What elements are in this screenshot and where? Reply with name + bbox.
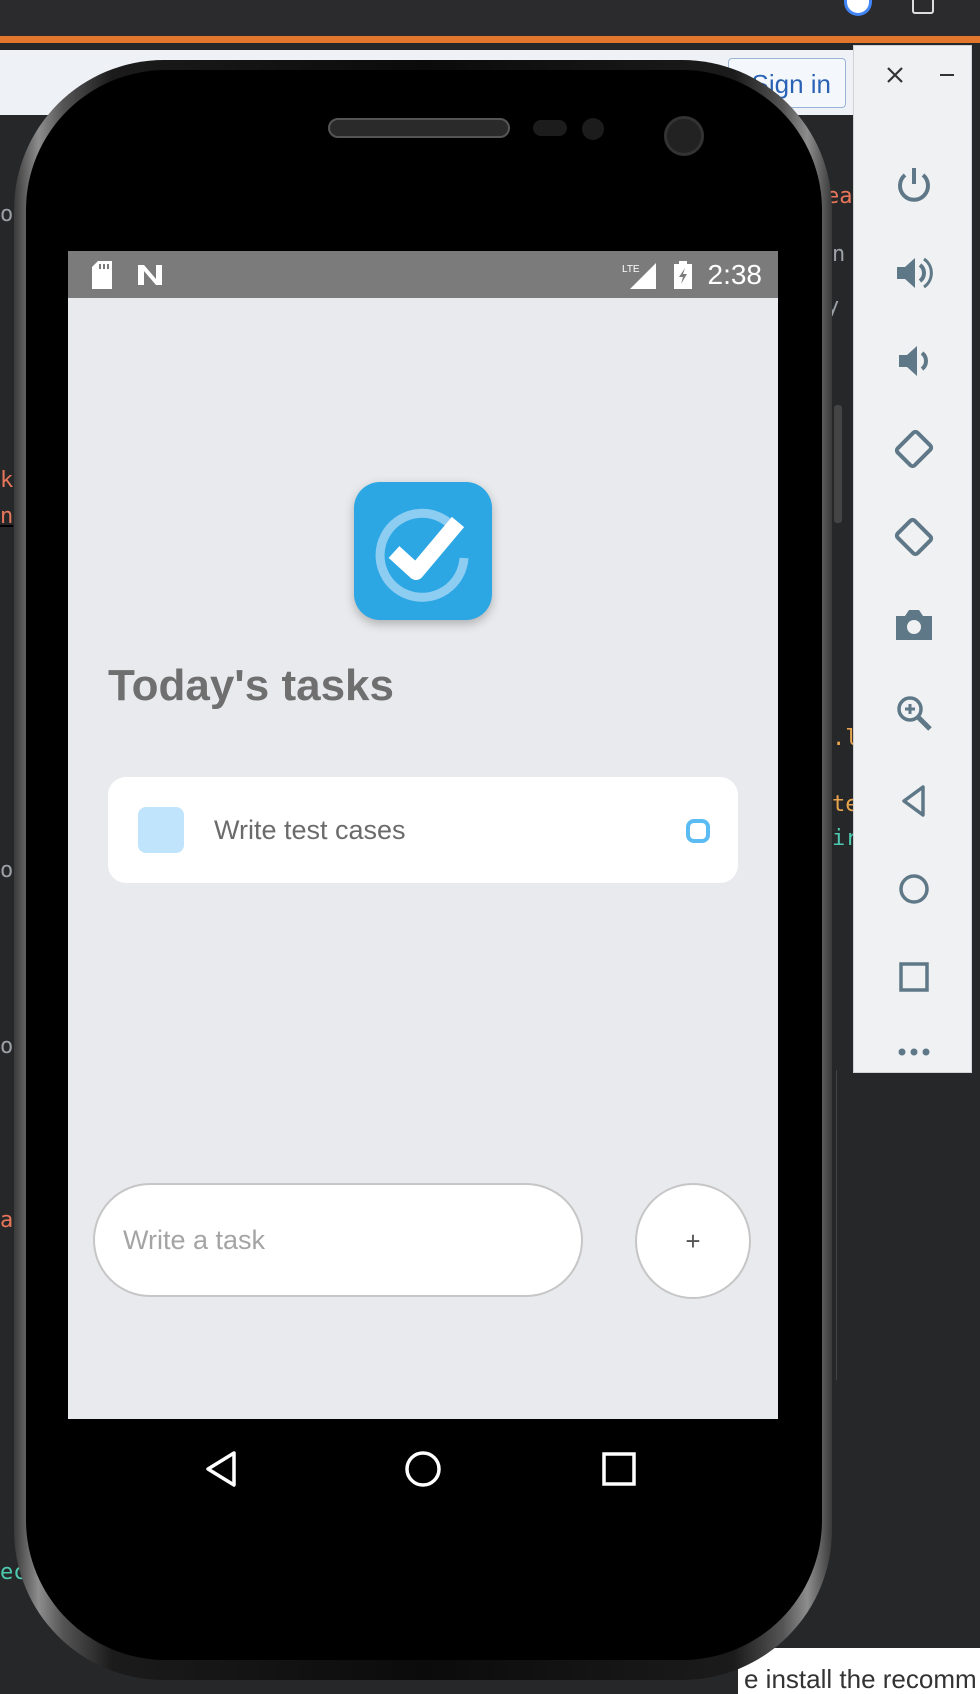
code-fragment: n xyxy=(832,242,846,267)
task-item[interactable]: Write test cases xyxy=(108,777,738,883)
nav-back-icon[interactable] xyxy=(192,1439,252,1499)
phone-speaker xyxy=(328,118,510,138)
status-bar: LTE 2:38 xyxy=(68,251,778,298)
share-icon[interactable] xyxy=(912,0,934,14)
close-icon[interactable] xyxy=(880,60,910,90)
editor-panel-divider xyxy=(836,1070,980,1380)
battery-charging-icon xyxy=(674,261,692,289)
rotate-left-icon[interactable] xyxy=(854,414,973,484)
back-icon[interactable] xyxy=(854,766,973,836)
sd-card-icon xyxy=(92,261,112,289)
code-fragment: n xyxy=(0,504,14,529)
task-square-icon xyxy=(138,807,184,853)
phone-sensor xyxy=(582,118,604,140)
status-time: 2:38 xyxy=(707,259,763,290)
code-fragment: o xyxy=(0,1034,14,1059)
phone-screen: LTE 2:38 Today's tasks Write test cases … xyxy=(68,251,778,1419)
code-fragment: a xyxy=(0,1208,14,1233)
lte-signal-icon: LTE xyxy=(622,263,656,289)
emulator-toolbar xyxy=(853,45,972,1073)
home-icon[interactable] xyxy=(854,854,973,924)
task-text: Write test cases xyxy=(214,815,406,845)
phone-sensor xyxy=(533,120,567,136)
browser-tab-bar xyxy=(0,0,980,36)
rotate-right-icon[interactable] xyxy=(854,502,973,572)
app-logo xyxy=(354,482,492,620)
power-icon[interactable] xyxy=(854,150,973,220)
volume-down-icon[interactable] xyxy=(854,326,973,396)
terminal-notification: e install the recomm xyxy=(738,1648,980,1694)
camera-icon[interactable] xyxy=(854,590,973,660)
page-title: Today's tasks xyxy=(108,661,394,710)
nav-home-icon[interactable] xyxy=(393,1439,453,1499)
code-fragment: o xyxy=(0,858,14,883)
more-icon[interactable] xyxy=(854,1030,973,1074)
add-task-button[interactable]: + xyxy=(635,1183,751,1299)
code-fragment: k xyxy=(0,468,14,493)
overview-icon[interactable] xyxy=(854,942,973,1012)
volume-up-icon[interactable] xyxy=(854,238,973,308)
nav-overview-icon[interactable] xyxy=(589,1439,649,1499)
browser-loading-bar xyxy=(0,36,980,43)
task-input[interactable] xyxy=(93,1183,583,1297)
minimize-icon[interactable] xyxy=(932,60,962,90)
android-nav-bar xyxy=(68,1419,778,1516)
checkmark-icon xyxy=(375,508,469,602)
task-status-icon[interactable] xyxy=(686,819,710,843)
front-camera xyxy=(664,116,704,156)
zoom-icon[interactable] xyxy=(854,678,973,748)
network-type-label: LTE xyxy=(622,264,640,275)
n-notification-icon xyxy=(138,265,162,285)
phone-side-button xyxy=(834,405,842,523)
